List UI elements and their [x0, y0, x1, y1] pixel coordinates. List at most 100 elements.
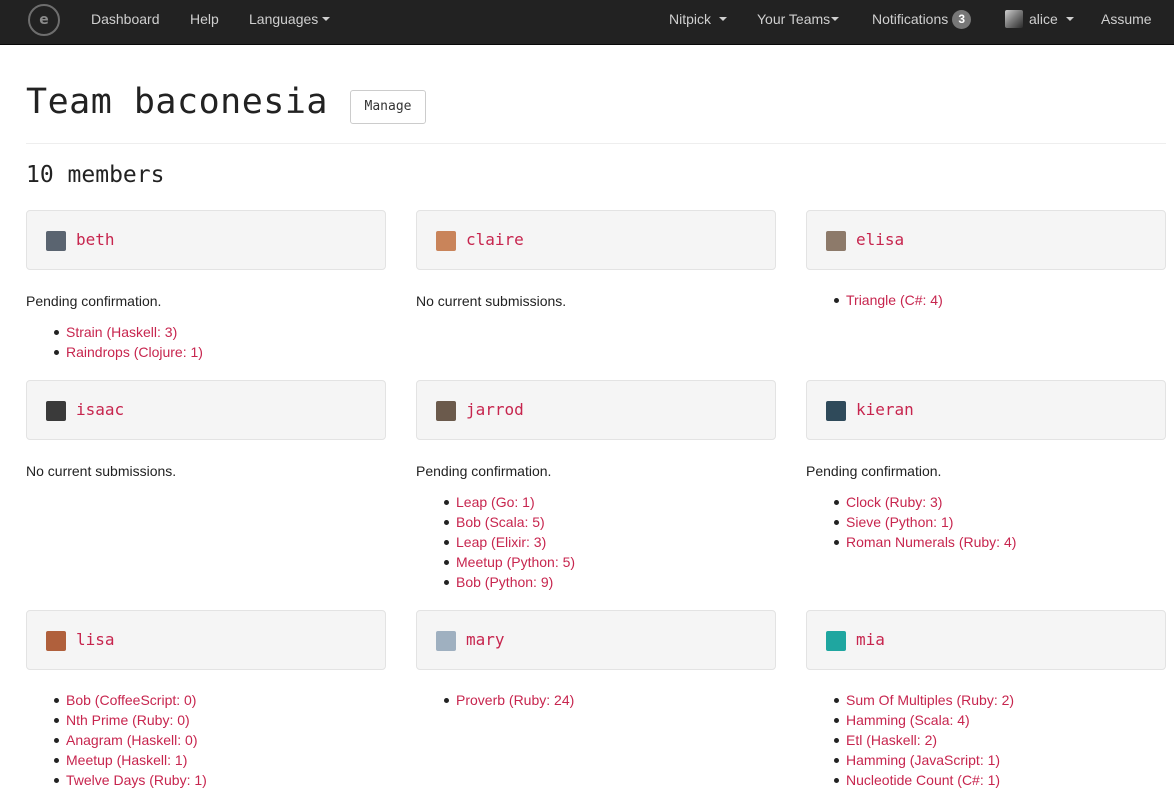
list-item: Nucleotide Count (C#: 1) — [834, 770, 1166, 790]
submission-link[interactable]: Hamming (Scala: 4) — [846, 712, 970, 728]
page-title: Team baconesia — [26, 82, 329, 122]
member-avatar — [46, 401, 66, 421]
member-status: Pending confirmation. — [416, 463, 552, 479]
nav-your-teams-label: Your Teams — [757, 11, 831, 27]
member-avatar — [826, 231, 846, 251]
member-card: jarrod Pending confirmation. Leap (Go: 1) B… — [416, 380, 776, 592]
submission-link[interactable]: Strain (Haskell: 3) — [66, 324, 177, 340]
submission-link[interactable]: Leap (Go: 1) — [456, 494, 535, 510]
list-item: Hamming (JavaScript: 1) — [834, 750, 1166, 770]
list-item: Leap (Go: 1) — [444, 492, 776, 512]
submission-link[interactable]: Proverb (Ruby: 24) — [456, 692, 574, 708]
member-name[interactable]: elisa — [856, 229, 904, 251]
submission-list: Bob (CoffeeScript: 0) Nth Prime (Ruby: 0)… — [26, 690, 386, 790]
submission-link[interactable]: Hamming (JavaScript: 1) — [846, 752, 1000, 768]
nav-assume-label: Assume — [1101, 11, 1152, 27]
member-name[interactable]: mia — [856, 629, 885, 651]
header-divider — [26, 143, 1166, 144]
submission-link[interactable]: Meetup (Haskell: 1) — [66, 752, 187, 768]
submission-link[interactable]: Bob (Python: 9) — [456, 574, 553, 590]
member-avatar — [436, 631, 456, 651]
member-name[interactable]: isaac — [76, 399, 124, 421]
submission-link[interactable]: Bob (Scala: 5) — [456, 514, 545, 530]
member-card: isaac No current submissions. — [26, 380, 386, 480]
list-item: Bob (CoffeeScript: 0) — [54, 690, 386, 710]
member-status: No current submissions. — [26, 463, 177, 479]
submission-list: Leap (Go: 1) Bob (Scala: 5) Leap (Elixir: … — [416, 492, 776, 592]
nav-notifications-label: Notifications — [872, 11, 949, 27]
list-item: Strain (Haskell: 3) — [54, 322, 386, 342]
member-header-mary[interactable]: mary — [416, 610, 776, 670]
submission-link[interactable]: Sieve (Python: 1) — [846, 514, 953, 530]
list-item: Hamming (Scala: 4) — [834, 710, 1166, 730]
nav-dashboard-link[interactable]: Dashboard — [91, 0, 160, 45]
nav-assume-dropdown[interactable]: Assume — [1101, 0, 1152, 45]
member-card: mia Sum Of Multiples (Ruby: 2) Hamming (Sc… — [806, 610, 1166, 790]
member-avatar — [436, 231, 456, 251]
member-card: mary Proverb (Ruby: 24) — [416, 610, 776, 710]
top-navbar: e Dashboard Help Languages Nitpick Your … — [0, 0, 1174, 45]
member-status: Pending confirmation. — [26, 293, 162, 309]
notifications-count-badge: 3 — [952, 10, 972, 29]
list-item: Proverb (Ruby: 24) — [444, 690, 776, 710]
members-count-heading: 10 members — [26, 162, 165, 188]
member-header-jarrod[interactable]: jarrod — [416, 380, 776, 440]
member-name[interactable]: mary — [466, 629, 505, 651]
member-name[interactable]: lisa — [76, 629, 115, 651]
nav-user-dropdown[interactable]: alice — [1005, 0, 1074, 45]
chevron-down-icon — [719, 17, 728, 22]
member-name[interactable]: beth — [76, 229, 115, 251]
submission-link[interactable]: Twelve Days (Ruby: 1) — [66, 772, 207, 788]
submission-list: Sum Of Multiples (Ruby: 2) Hamming (Scala… — [806, 690, 1166, 790]
submission-link[interactable]: Raindrops (Clojure: 1) — [66, 344, 203, 360]
list-item: Clock (Ruby: 3) — [834, 492, 1166, 512]
member-avatar — [436, 401, 456, 421]
submission-list: Triangle (C#: 4) — [806, 290, 1166, 310]
member-name[interactable]: kieran — [856, 399, 914, 421]
member-header-isaac[interactable]: isaac — [26, 380, 386, 440]
member-header-elisa[interactable]: elisa — [806, 210, 1166, 270]
member-header-lisa[interactable]: lisa — [26, 610, 386, 670]
submission-link[interactable]: Sum Of Multiples (Ruby: 2) — [846, 692, 1014, 708]
member-name[interactable]: claire — [466, 229, 524, 251]
submission-list: Strain (Haskell: 3) Raindrops (Clojure: 1… — [26, 322, 386, 362]
exercism-logo-icon[interactable]: e — [28, 4, 60, 36]
member-card: kieran Pending confirmation. Clock (Ruby: … — [806, 380, 1166, 552]
nav-languages-label: Languages — [249, 11, 319, 27]
submission-link[interactable]: Nucleotide Count (C#: 1) — [846, 772, 1000, 788]
member-avatar — [46, 231, 66, 251]
nav-languages-dropdown[interactable]: Languages — [249, 0, 331, 45]
logo-glyph: e — [39, 12, 49, 28]
manage-button[interactable]: Manage — [350, 90, 426, 124]
submission-link[interactable]: Triangle (C#: 4) — [846, 292, 943, 308]
member-header-kieran[interactable]: kieran — [806, 380, 1166, 440]
nav-help-link[interactable]: Help — [190, 0, 219, 45]
list-item: Triangle (C#: 4) — [834, 290, 1166, 310]
submission-link[interactable]: Roman Numerals (Ruby: 4) — [846, 534, 1016, 550]
submission-link[interactable]: Meetup (Python: 5) — [456, 554, 575, 570]
member-name[interactable]: jarrod — [466, 399, 524, 421]
submission-list: Proverb (Ruby: 24) — [416, 690, 776, 710]
member-header-claire[interactable]: claire — [416, 210, 776, 270]
nav-nitpick-dropdown[interactable]: Nitpick — [669, 0, 728, 45]
list-item: Bob (Python: 9) — [444, 572, 776, 592]
member-status: Pending confirmation. — [806, 463, 942, 479]
submission-link[interactable]: Clock (Ruby: 3) — [846, 494, 942, 510]
submission-link[interactable]: Bob (CoffeeScript: 0) — [66, 692, 196, 708]
list-item: Leap (Elixir: 3) — [444, 532, 776, 552]
submission-link[interactable]: Anagram (Haskell: 0) — [66, 732, 198, 748]
nav-notifications-link[interactable]: Notifications 3 — [872, 0, 972, 45]
member-header-beth[interactable]: beth — [26, 210, 386, 270]
submission-link[interactable]: Nth Prime (Ruby: 0) — [66, 712, 190, 728]
nav-your-teams-dropdown[interactable]: Your Teams — [757, 0, 840, 45]
user-avatar — [1005, 10, 1023, 28]
member-avatar — [826, 631, 846, 651]
submission-link[interactable]: Leap (Elixir: 3) — [456, 534, 546, 550]
chevron-down-icon — [831, 17, 840, 22]
member-card: beth Pending confirmation. Strain (Haskell… — [26, 210, 386, 362]
submission-link[interactable]: Etl (Haskell: 2) — [846, 732, 937, 748]
list-item: Anagram (Haskell: 0) — [54, 730, 386, 750]
member-card: lisa Bob (CoffeeScript: 0) Nth Prime (Ruby… — [26, 610, 386, 790]
member-header-mia[interactable]: mia — [806, 610, 1166, 670]
submission-list: Clock (Ruby: 3) Sieve (Python: 1) Roman Nu… — [806, 492, 1166, 552]
